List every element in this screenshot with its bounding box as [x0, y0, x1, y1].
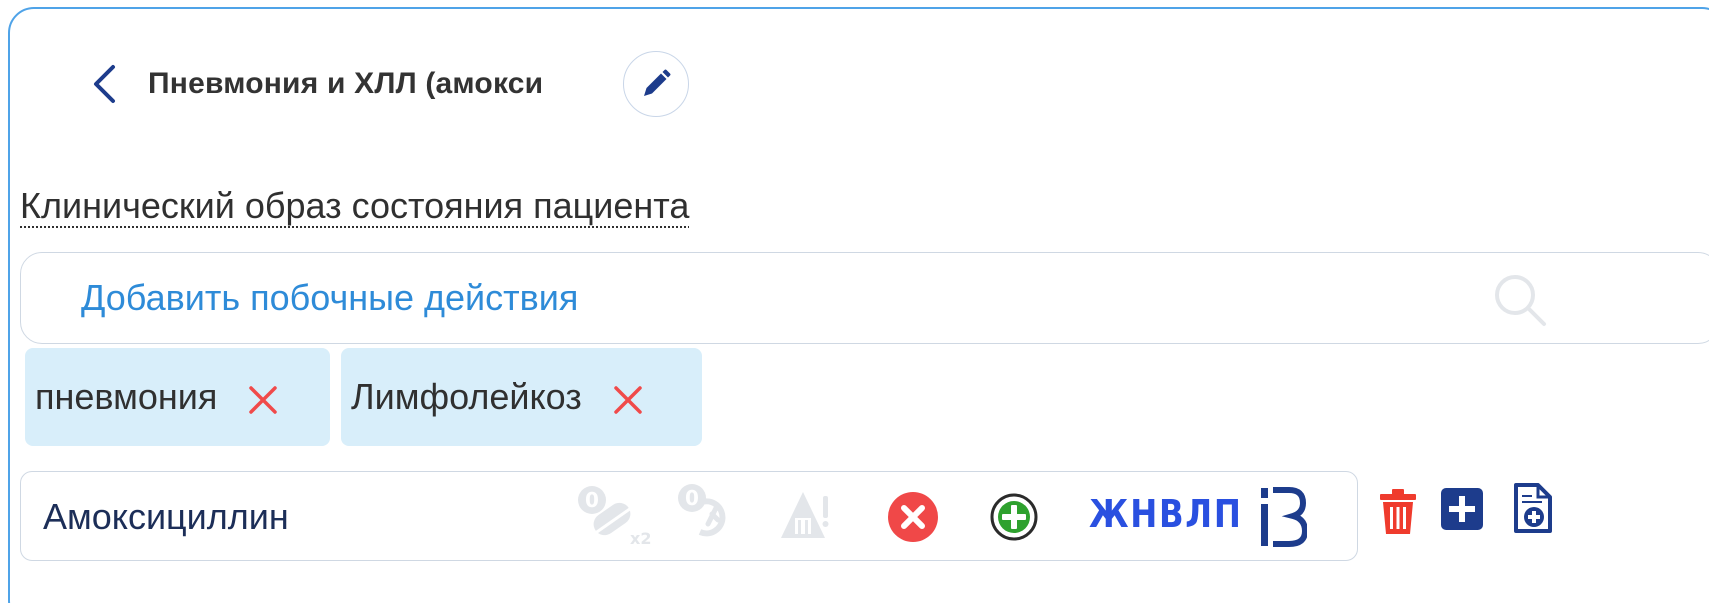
add-drug-icon[interactable]	[989, 492, 1039, 542]
warning-icon[interactable]	[779, 488, 837, 544]
remove-tag-button[interactable]	[610, 382, 646, 418]
condition-tag: пневмония	[25, 348, 330, 446]
clinical-picture-label: Клинический образ состояния пациента	[20, 185, 690, 226]
condition-tag-label: пневмония	[35, 376, 218, 417]
no-repeat-icon[interactable]: 0	[674, 480, 740, 546]
condition-tag: Лимфолейкоз	[341, 348, 702, 446]
drug-row: Амоксициллин 0 x2 0 ЖНВЛП	[20, 471, 1358, 561]
edit-title-button[interactable]	[623, 51, 689, 117]
dose-interaction-icon[interactable]: 0 x2	[574, 484, 654, 550]
trash-icon[interactable]	[1378, 487, 1418, 537]
rotation-counter: 0	[685, 486, 699, 510]
close-icon	[614, 386, 642, 414]
back-button[interactable]	[88, 59, 120, 109]
pencil-icon	[644, 69, 671, 96]
zhnvlp-badge[interactable]: ЖНВЛП	[1089, 492, 1243, 536]
side-effects-search-input[interactable]	[81, 265, 1381, 331]
add-square-icon[interactable]	[1441, 488, 1483, 530]
interaction-counter: 0	[585, 488, 599, 512]
cancel-drug-icon[interactable]	[887, 491, 939, 543]
search-icon[interactable]	[1491, 271, 1549, 329]
condition-tag-label: Лимфолейкоз	[351, 376, 582, 417]
dose-multiplier: x2	[630, 529, 651, 548]
close-icon	[249, 386, 278, 414]
page-title: Пневмония и ХЛЛ (амоксициллин)	[148, 67, 543, 100]
side-effects-search	[20, 252, 1709, 344]
add-document-icon[interactable]	[1512, 482, 1554, 534]
chevron-left-icon	[94, 65, 115, 103]
drug-name: Амоксициллин	[43, 496, 289, 537]
card-header: Пневмония и ХЛЛ (амоксициллин)	[88, 49, 689, 119]
condition-tags: пневмония Лимфолейкоз	[25, 348, 702, 446]
remove-tag-button[interactable]	[245, 382, 281, 418]
b-letter-icon[interactable]	[1259, 486, 1307, 548]
